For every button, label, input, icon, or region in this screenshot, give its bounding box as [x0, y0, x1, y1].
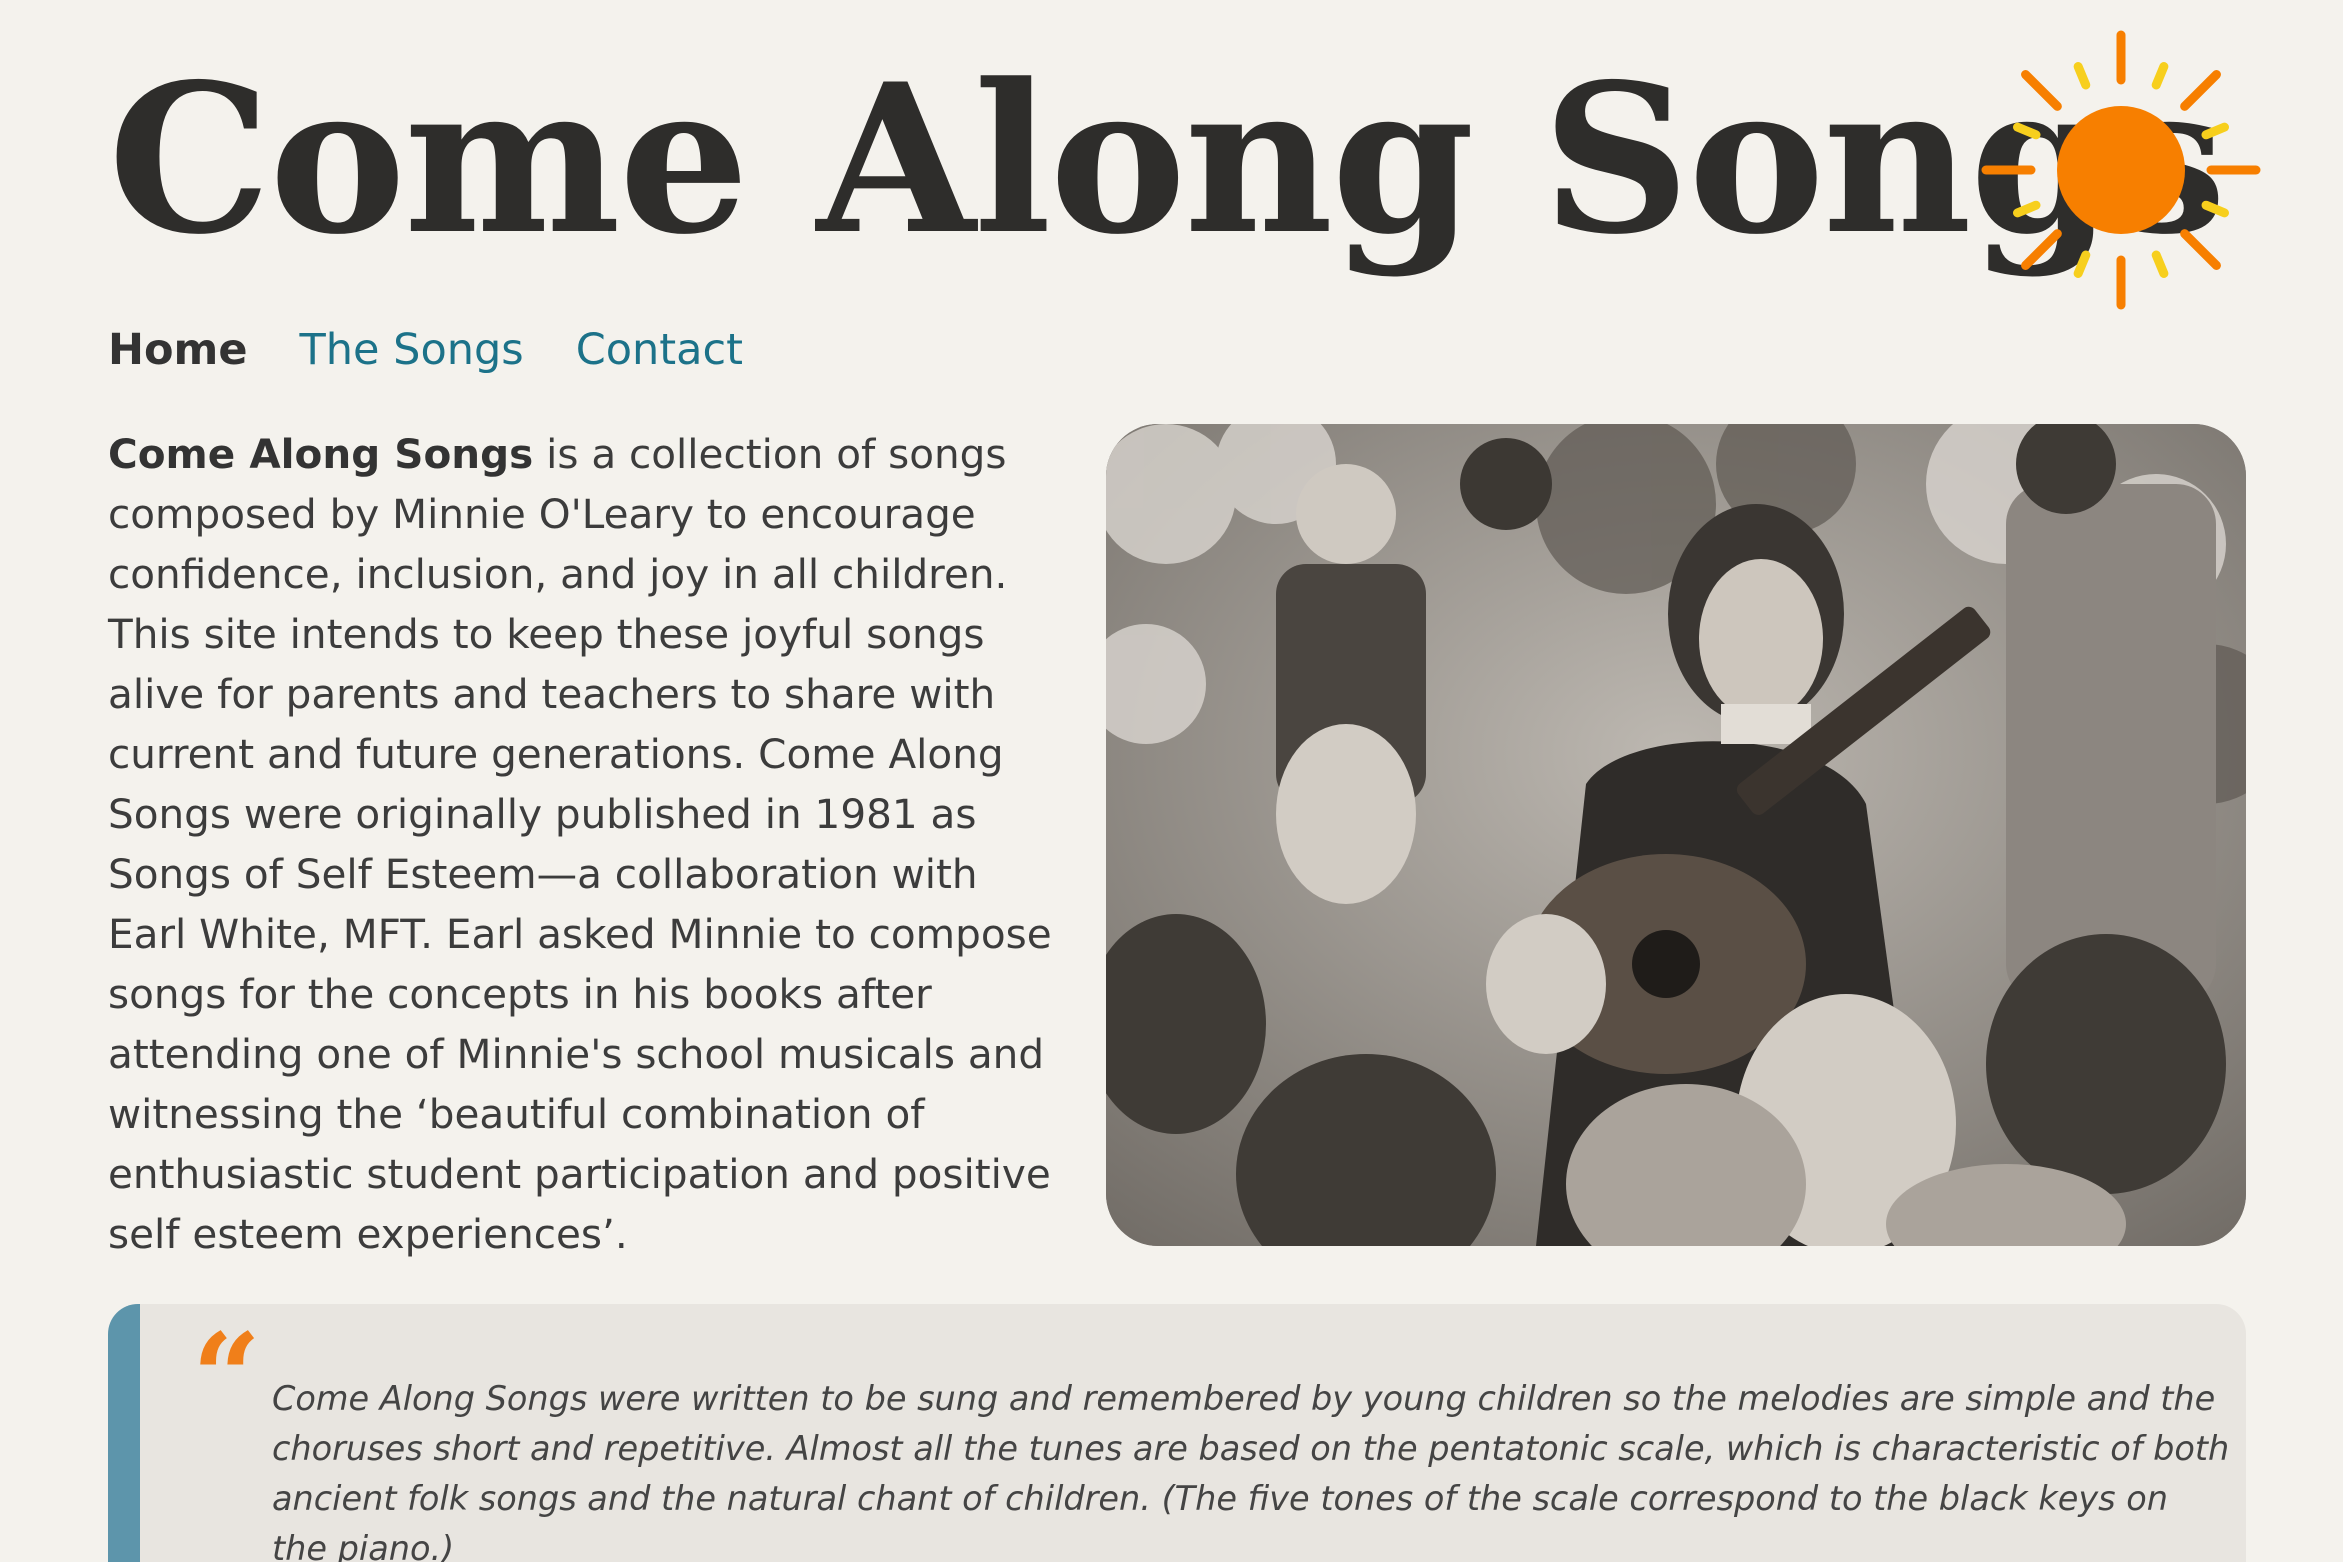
intro-lead: Come Along Songs [108, 430, 534, 478]
hero-photo [1106, 424, 2246, 1246]
sun-ray [2180, 70, 2221, 111]
sun-core [2057, 106, 2185, 234]
sun-ray [2013, 200, 2041, 218]
site-header: Come Along Songs [108, 30, 2261, 320]
sun-icon [1981, 30, 2261, 310]
sun-ray [2073, 62, 2091, 90]
sun-ray [2201, 200, 2229, 218]
main-nav: Home The Songs Contact [108, 322, 743, 378]
site-title: Come Along Songs [108, 40, 2227, 280]
sun-ray [2073, 250, 2091, 278]
nav-contact-link[interactable]: Contact [576, 322, 743, 378]
sun-ray [2013, 122, 2041, 140]
photo-illustration [1106, 424, 2246, 1246]
quote-block: “ Come Along Songs were written to be su… [108, 1304, 2246, 1562]
quote-text: Come Along Songs were written to be sung… [272, 1379, 2230, 1562]
intro-paragraph: Come Along Songs is a collection of song… [108, 424, 1068, 1264]
sun-ray [2201, 122, 2229, 140]
sun-ray [2151, 62, 2169, 90]
sun-ray [2151, 250, 2169, 278]
nav-the-songs-link[interactable]: The Songs [300, 322, 524, 378]
intro-body: is a collection of songs composed by Min… [108, 430, 1052, 1258]
sun-ray [2021, 70, 2062, 111]
quote-mark-icon: “ [192, 1307, 262, 1448]
sun-ray [2180, 229, 2221, 270]
sun-ray [2021, 229, 2062, 270]
nav-home-link[interactable]: Home [108, 322, 248, 378]
